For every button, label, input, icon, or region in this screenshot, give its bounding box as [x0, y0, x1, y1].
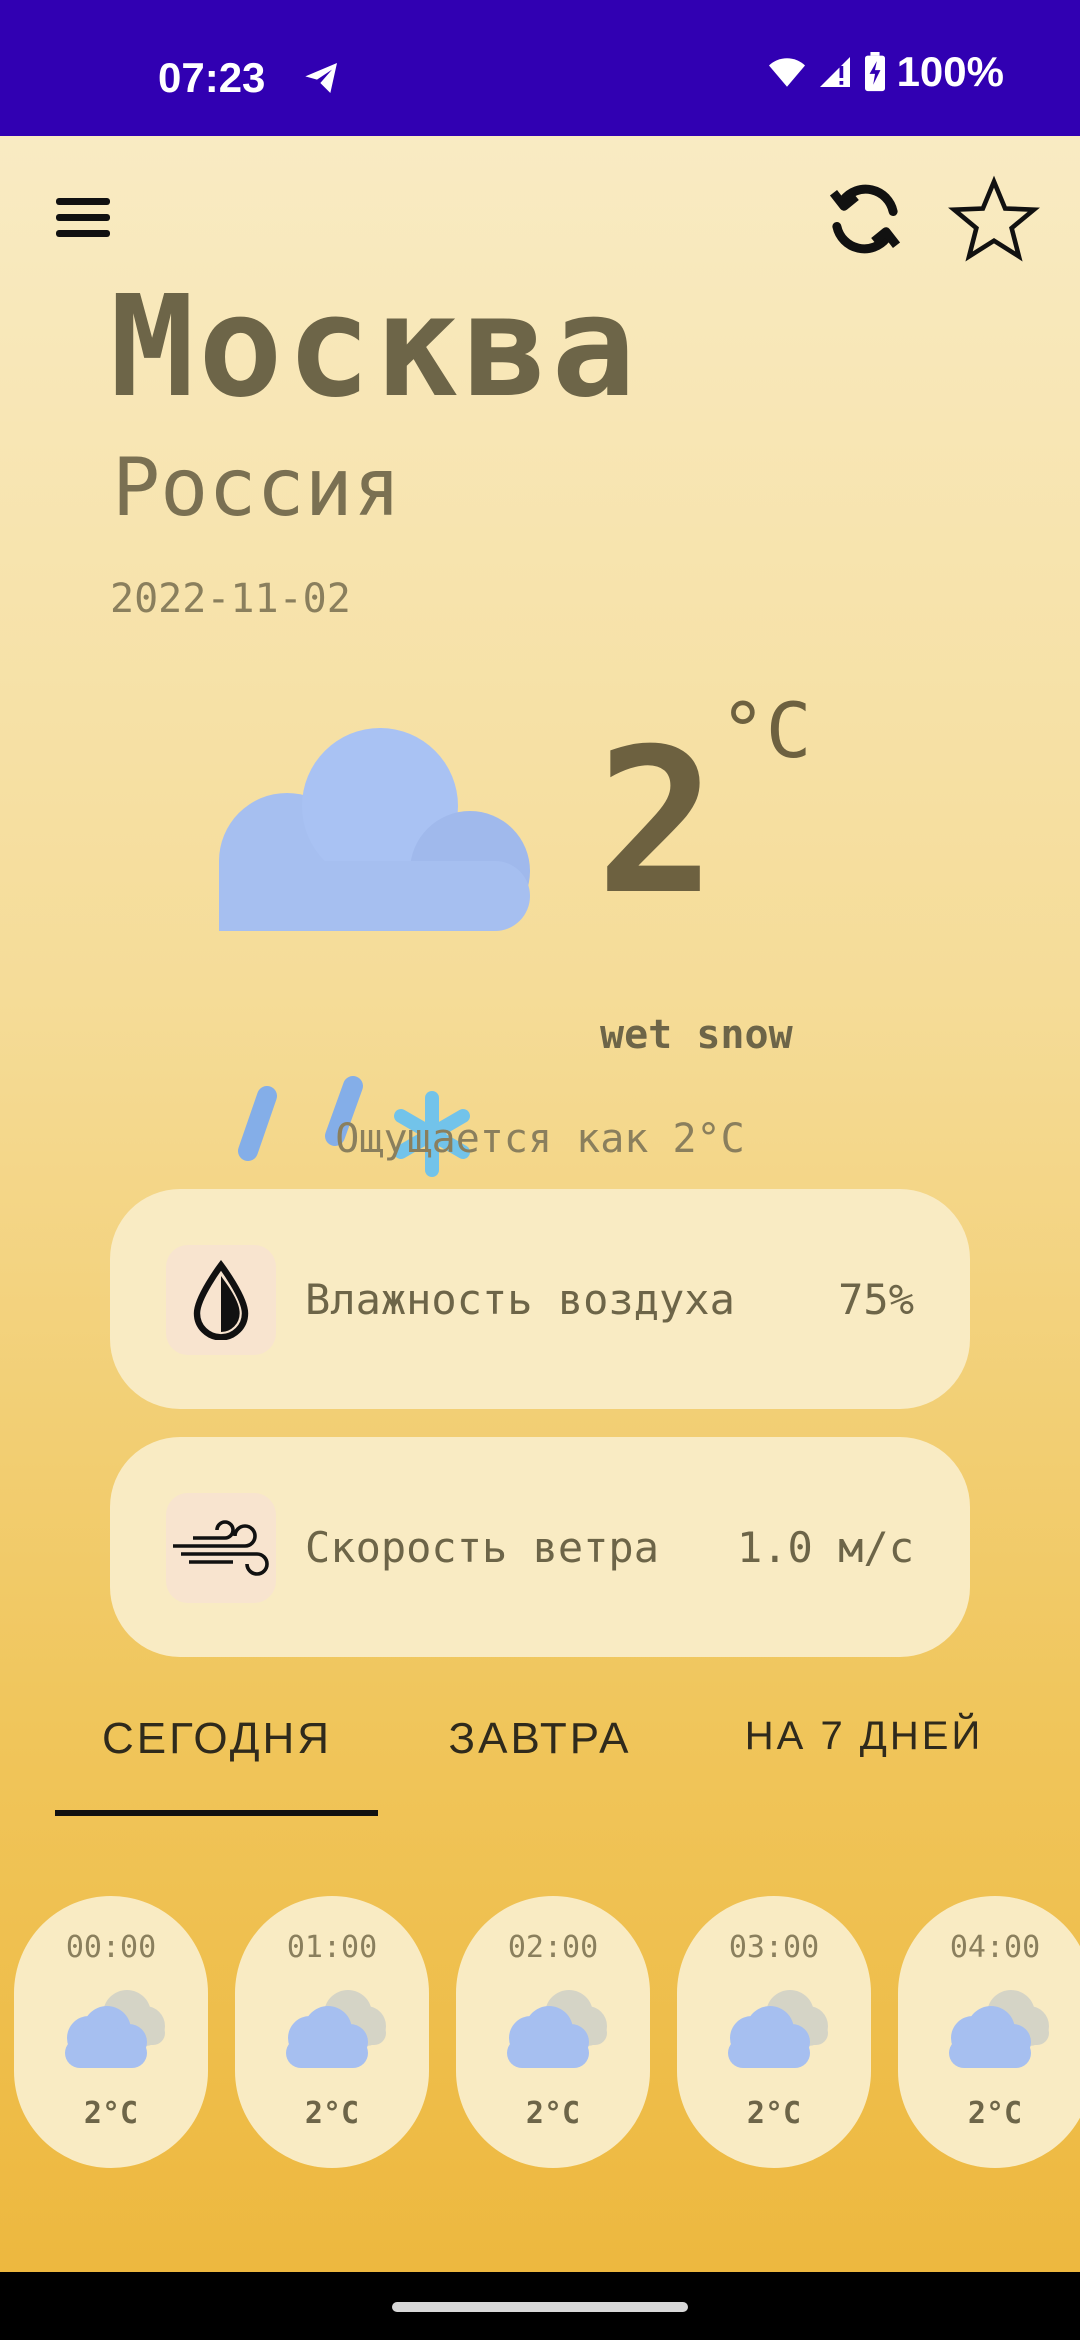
tab-tomorrow[interactable]: ЗАВТРА — [378, 1714, 702, 1764]
hour-temperature: 2°C — [967, 2096, 1023, 2131]
humidity-card: Влажность воздуха 75% — [110, 1189, 970, 1409]
hourly-card[interactable]: 01:00 2°C — [235, 1896, 429, 2168]
hourly-card[interactable]: 03:00 2°C — [677, 1896, 871, 2168]
cloudy-icon — [728, 1990, 828, 2068]
forecast-date: 2022-11-02 — [110, 576, 351, 622]
water-drop-icon — [193, 1260, 249, 1340]
battery-charging-icon — [864, 52, 885, 92]
hour-time: 03:00 — [728, 1930, 820, 1965]
menu-icon[interactable] — [56, 198, 110, 242]
hour-temperature: 2°C — [83, 2096, 139, 2131]
weather-condition: wet snow — [600, 1012, 793, 1058]
weather-screen: Москва Россия 2022-11-02 2 °C wet snow О… — [0, 136, 1080, 2272]
wind-icon-box — [166, 1493, 276, 1603]
status-icons: 100% — [767, 48, 1004, 96]
status-time: 07:23 — [158, 54, 266, 101]
temperature-unit: °C — [720, 686, 812, 775]
hourly-card[interactable]: 04:00 2°C — [898, 1896, 1080, 2168]
tab-7-days[interactable]: НА 7 ДНЕЙ — [702, 1714, 1026, 1759]
hour-time: 01:00 — [286, 1930, 378, 1965]
signal-icon — [819, 57, 850, 87]
refresh-icon[interactable] — [820, 174, 910, 264]
cloudy-icon — [507, 1990, 607, 2068]
current-temperature: 2 — [596, 706, 717, 939]
wind-icon — [173, 1520, 269, 1576]
hour-time: 00:00 — [65, 1930, 157, 1965]
wind-label: Скорость ветра — [305, 1523, 660, 1572]
tab-today[interactable]: СЕГОДНЯ — [55, 1714, 379, 1764]
hourly-card[interactable]: 02:00 2°C — [456, 1896, 650, 2168]
hour-time: 02:00 — [507, 1930, 599, 1965]
cloudy-icon — [286, 1990, 386, 2068]
status-bar: 07:23 100% — [0, 0, 1080, 136]
humidity-icon-box — [166, 1245, 276, 1355]
navigation-bar — [0, 2272, 1080, 2340]
hour-temperature: 2°C — [525, 2096, 581, 2131]
battery-percentage: 100% — [896, 48, 1004, 95]
hour-time: 04:00 — [949, 1930, 1041, 1965]
hourly-card[interactable]: 00:00 2°C — [14, 1896, 208, 2168]
humidity-value: 75% — [838, 1275, 914, 1324]
tab-indicator — [55, 1810, 378, 1816]
hour-temperature: 2°C — [746, 2096, 802, 2131]
forecast-tabs: СЕГОДНЯ ЗАВТРА НА 7 ДНЕЙ — [0, 1714, 1080, 1834]
telegram-icon — [305, 63, 337, 93]
wifi-icon — [768, 58, 805, 87]
cloudy-icon — [949, 1990, 1049, 2068]
hour-temperature: 2°C — [304, 2096, 360, 2131]
feels-like: Ощущается как 2°C — [335, 1116, 745, 1162]
home-gesture-handle[interactable] — [392, 2302, 688, 2312]
city-name: Москва — [110, 266, 640, 429]
country-name: Россия — [112, 441, 401, 534]
humidity-label: Влажность воздуха — [305, 1275, 735, 1324]
star-outline-icon[interactable] — [948, 174, 1040, 266]
wind-value: 1.0 м/с — [736, 1523, 914, 1572]
wind-card: Скорость ветра 1.0 м/с — [110, 1437, 970, 1657]
cloudy-icon — [65, 1990, 165, 2068]
hourly-forecast-list[interactable]: 00:00 2°C 01:00 2°C 02:00 2°C 03:00 2°C … — [0, 1896, 1080, 2176]
